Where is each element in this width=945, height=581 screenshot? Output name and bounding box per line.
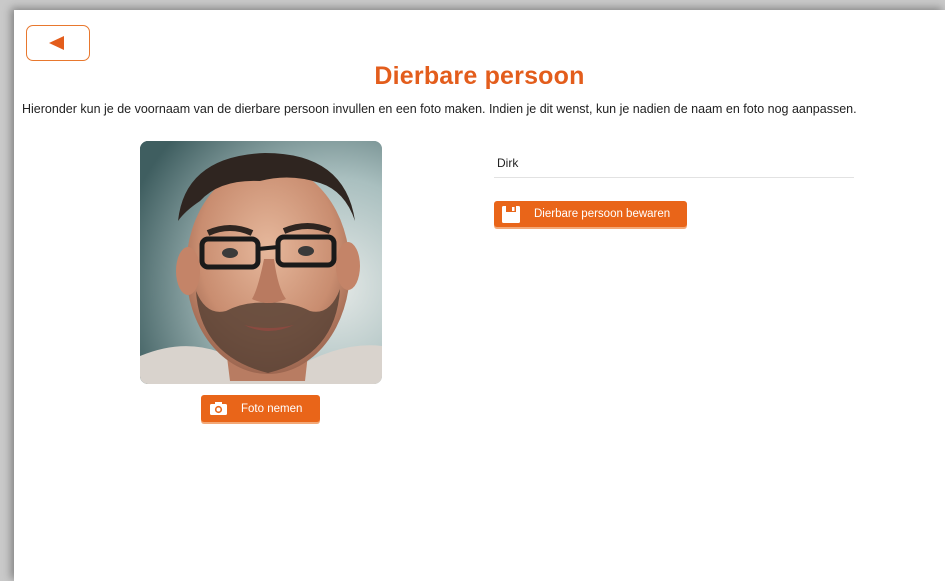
back-button[interactable] xyxy=(26,25,90,61)
take-photo-button[interactable]: Foto nemen xyxy=(201,395,320,422)
portrait-image xyxy=(140,141,382,384)
camera-icon xyxy=(210,402,227,415)
back-arrow-icon xyxy=(48,36,64,50)
page-title: Dierbare persoon xyxy=(374,62,585,90)
app-window: Dierbare persoon Hieronder kun je de voo… xyxy=(14,10,945,581)
name-field[interactable] xyxy=(494,148,854,178)
save-person-label: Dierbare persoon bewaren xyxy=(534,208,671,220)
take-photo-label: Foto nemen xyxy=(241,402,303,415)
intro-text: Hieronder kun je de voornaam van de dier… xyxy=(22,102,857,116)
person-photo xyxy=(140,141,382,384)
save-person-button[interactable]: Dierbare persoon bewaren xyxy=(494,201,687,227)
floppy-disk-icon xyxy=(502,205,520,223)
